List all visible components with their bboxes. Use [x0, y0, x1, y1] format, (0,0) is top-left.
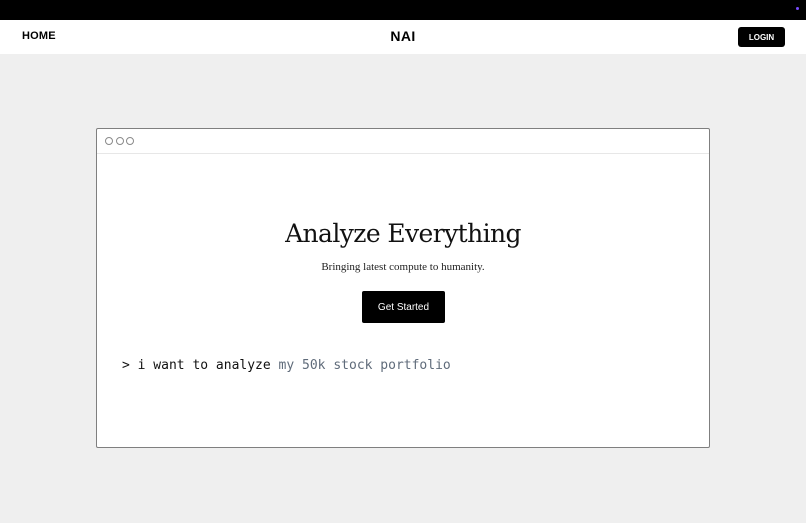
prompt-suggestion-text: my 50k stock portfolio [278, 358, 451, 373]
login-button[interactable]: LOGIN [738, 27, 785, 47]
browser-window-frame: Analyze Everything Bringing latest compu… [96, 128, 710, 448]
window-title-bar [97, 129, 709, 154]
top-bar [0, 0, 806, 20]
get-started-button[interactable]: Get Started [362, 291, 445, 323]
hero-subtitle: Bringing latest compute to humanity. [321, 261, 485, 273]
window-control-circle-icon [116, 137, 124, 145]
hero-title: Analyze Everything [285, 219, 521, 248]
status-dot-icon [796, 7, 799, 10]
brand-logo: NAI [390, 28, 416, 44]
prompt-line: > i want to analyze my 50k stock portfol… [122, 358, 451, 373]
prompt-typed-text: > i want to analyze [122, 358, 279, 373]
window-control-circle-icon [105, 137, 113, 145]
window-control-circle-icon [126, 137, 134, 145]
navbar: HOME NAI LOGIN [0, 20, 806, 54]
